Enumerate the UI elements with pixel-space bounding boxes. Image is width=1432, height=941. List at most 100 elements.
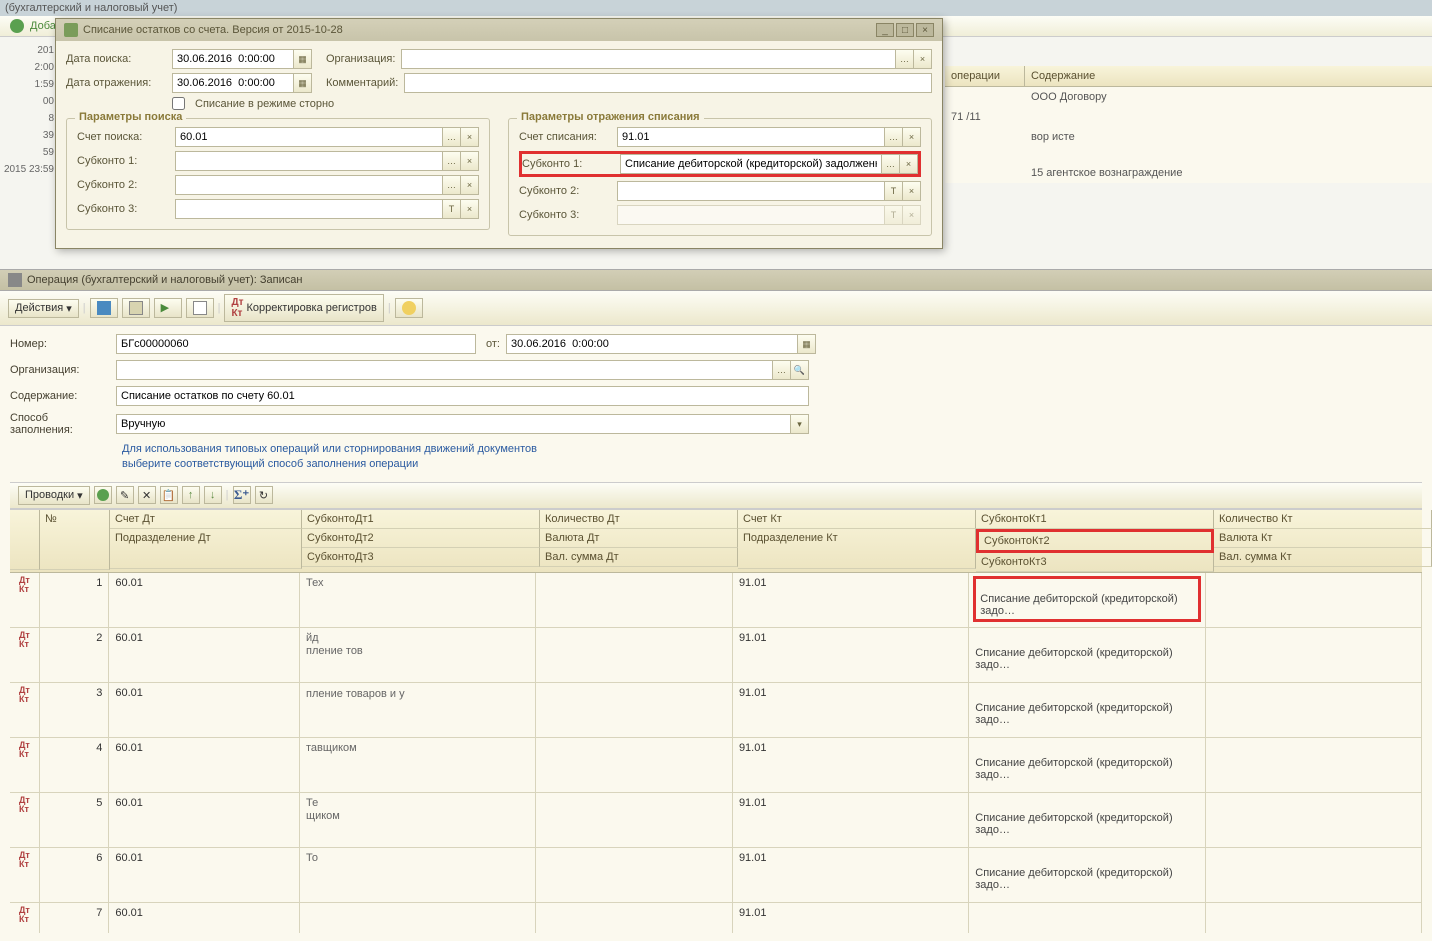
sub-kt-cell[interactable]: Списание дебиторской (кредиторской) задо…	[969, 738, 1205, 792]
table-row[interactable]: ДтКт 4 60.01 тавщиком 91.01 Списание деб…	[10, 738, 1422, 793]
clear-button[interactable]: ×	[460, 128, 478, 146]
sub-dt-cell[interactable]: То	[300, 848, 536, 902]
schet-dt-cell[interactable]: 60.01	[109, 738, 300, 792]
select-button[interactable]: …	[884, 128, 902, 146]
help-icon[interactable]	[395, 298, 423, 318]
schet-dt-cell[interactable]: 60.01	[109, 903, 300, 933]
storno-checkbox[interactable]	[172, 97, 185, 110]
sheet-icon[interactable]	[122, 298, 150, 318]
qty-kt-cell[interactable]	[1206, 903, 1422, 933]
list-icon[interactable]	[186, 298, 214, 318]
select-button[interactable]: …	[442, 128, 460, 146]
col-qty-dt[interactable]: Количество Дт	[540, 510, 738, 529]
table-row[interactable]: ДтКт 7 60.01 91.01	[10, 903, 1422, 933]
wo-sub1-input[interactable]	[621, 155, 881, 173]
clear-button[interactable]: ×	[899, 155, 917, 173]
org-input[interactable]	[117, 361, 772, 379]
sub-kt-cell[interactable]: Списание дебиторской (кредиторской) задо…	[969, 628, 1205, 682]
qty-kt-cell[interactable]	[1206, 738, 1422, 792]
search-sub3-input[interactable]	[176, 200, 442, 218]
correct-registers-button[interactable]: ДтКт Корректировка регистров	[224, 294, 383, 322]
sub-kt-cell[interactable]: Списание дебиторской (кредиторской) задо…	[969, 573, 1205, 627]
col-sub-dt2[interactable]: СубконтоДт2	[302, 529, 540, 548]
bg-row[interactable]	[945, 147, 1432, 155]
schet-dt-cell[interactable]: 60.01	[109, 848, 300, 902]
qty-dt-cell[interactable]	[536, 738, 733, 792]
schet-poiska-input[interactable]	[176, 128, 442, 146]
sub-dt-cell[interactable]	[300, 903, 536, 933]
qty-kt-cell[interactable]	[1206, 848, 1422, 902]
sub-kt-cell[interactable]: Списание дебиторской (кредиторской) задо…	[969, 848, 1205, 902]
type-button[interactable]: T	[442, 200, 460, 218]
col-sub-dt1[interactable]: СубконтоДт1	[302, 510, 540, 529]
move-up-icon[interactable]: ↑	[182, 486, 200, 504]
qty-kt-cell[interactable]	[1206, 628, 1422, 682]
fill-select[interactable]	[117, 415, 790, 433]
clear-button[interactable]: ×	[460, 200, 478, 218]
sub-dt-cell[interactable]: Тещиком	[300, 793, 536, 847]
schet-dt-cell[interactable]: 60.01	[109, 628, 300, 682]
col-sub-dt3[interactable]: СубконтоДт3	[302, 548, 540, 567]
table-row[interactable]: ДтКт 3 60.01 пление товаров и у 91.01 Сп…	[10, 683, 1422, 738]
schet-kt-cell[interactable]: 91.01	[733, 848, 969, 902]
table-row[interactable]: ДтКт 2 60.01 йдпление тов 91.01 Списание…	[10, 628, 1422, 683]
dropdown-icon[interactable]: ▾	[790, 415, 808, 433]
bg-row[interactable]	[945, 155, 1432, 163]
qty-kt-cell[interactable]	[1206, 793, 1422, 847]
col-sub-kt3[interactable]: СубконтоКт3	[976, 553, 1214, 572]
sub-kt-cell[interactable]: Списание дебиторской (кредиторской) задо…	[969, 793, 1205, 847]
sub-dt-cell[interactable]: Тех	[300, 573, 536, 627]
qty-dt-cell[interactable]	[536, 903, 733, 933]
col-val-dt[interactable]: Валюта Дт	[540, 529, 738, 548]
schet-kt-cell[interactable]: 91.01	[733, 793, 969, 847]
schet-kt-cell[interactable]: 91.01	[733, 903, 969, 933]
sum-icon[interactable]: Σ⁺	[233, 486, 251, 504]
table-row[interactable]: ДтКт 6 60.01 То 91.01 Списание дебиторск…	[10, 848, 1422, 903]
org-input[interactable]	[402, 50, 895, 68]
search-date-input[interactable]	[173, 50, 293, 68]
select-button[interactable]: …	[442, 152, 460, 170]
sub-dt-cell[interactable]: йдпление тов	[300, 628, 536, 682]
delete-row-icon[interactable]: ✕	[138, 486, 156, 504]
col-schet-dt[interactable]: Счет Дт	[110, 510, 302, 529]
col-valsum-dt[interactable]: Вал. сумма Дт	[540, 548, 738, 567]
col-podr-kt[interactable]: Подразделение Кт	[738, 529, 976, 569]
select-button[interactable]: …	[895, 50, 913, 68]
comment-input[interactable]	[405, 74, 931, 92]
schet-dt-cell[interactable]: 60.01	[109, 683, 300, 737]
qty-dt-cell[interactable]	[536, 628, 733, 682]
bg-row[interactable]: ООО Договору	[945, 87, 1432, 107]
schet-kt-cell[interactable]: 91.01	[733, 573, 969, 627]
sub-dt-cell[interactable]: пление товаров и у	[300, 683, 536, 737]
go-icon[interactable]: ▶	[154, 298, 182, 318]
clear-button[interactable]: ×	[460, 176, 478, 194]
add-icon[interactable]	[10, 19, 24, 33]
col-sub-kt2[interactable]: СубконтоКт2	[976, 529, 1214, 553]
select-button[interactable]: …	[772, 361, 790, 379]
schet-kt-cell[interactable]: 91.01	[733, 628, 969, 682]
col-qty-kt[interactable]: Количество Кт	[1214, 510, 1432, 529]
content-input[interactable]	[117, 387, 808, 405]
schet-spis-input[interactable]	[618, 128, 884, 146]
calendar-icon[interactable]: ▦	[293, 50, 311, 68]
bg-row[interactable]: 71 /11	[945, 107, 1432, 127]
refresh-icon[interactable]: ↻	[255, 486, 273, 504]
select-button[interactable]: …	[881, 155, 899, 173]
schet-kt-cell[interactable]: 91.01	[733, 738, 969, 792]
col-val-kt[interactable]: Валюта Кт	[1214, 529, 1432, 548]
sub-kt-cell[interactable]: Списание дебиторской (кредиторской) задо…	[969, 683, 1205, 737]
dialog-titlebar[interactable]: Списание остатков со счета. Версия от 20…	[56, 19, 942, 41]
col-podr-dt[interactable]: Подразделение Дт	[110, 529, 302, 569]
sub-kt-cell[interactable]	[969, 903, 1205, 933]
col-schet-kt[interactable]: Счет Кт	[738, 510, 976, 529]
number-input[interactable]	[117, 335, 475, 353]
ot-date-input[interactable]	[507, 335, 797, 353]
prov-dropdown[interactable]: Проводки ▾	[18, 486, 90, 505]
bg-row[interactable]: вор исте	[945, 127, 1432, 147]
search-sub2-input[interactable]	[176, 176, 442, 194]
clear-button[interactable]: ×	[902, 182, 920, 200]
type-button[interactable]: T	[884, 182, 902, 200]
col-num[interactable]: №	[40, 510, 110, 570]
table-row[interactable]: ДтКт 5 60.01 Тещиком 91.01 Списание деби…	[10, 793, 1422, 848]
qty-dt-cell[interactable]	[536, 848, 733, 902]
